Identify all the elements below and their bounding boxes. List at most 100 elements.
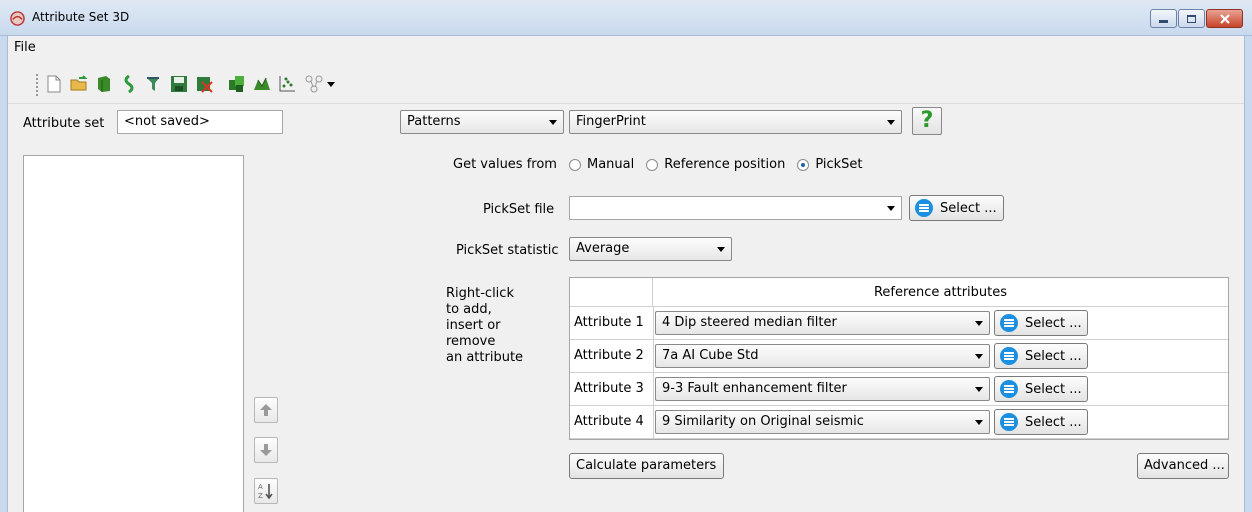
minimize-icon (1159, 20, 1168, 23)
table-row[interactable]: Attribute 4 9 Similarity on Original sei… (570, 406, 1228, 439)
get-values-label: Get values from (453, 157, 557, 172)
toolbar-grip[interactable] (36, 74, 39, 96)
move-down-button[interactable] (254, 437, 278, 463)
row-label: Attribute 3 (574, 381, 644, 396)
link-attributes-icon[interactable] (252, 74, 272, 94)
maximize-button[interactable] (1178, 9, 1205, 28)
chevron-down-icon (717, 247, 725, 252)
hint-line: Right-click (446, 286, 514, 301)
pickset-file-combo[interactable] (569, 196, 902, 220)
row-label: Attribute 1 (574, 315, 644, 330)
attribute-select-label: Select ... (1025, 348, 1082, 364)
open-folder-icon[interactable] (69, 74, 89, 94)
svg-text:A: A (258, 483, 263, 491)
graph-icon[interactable] (304, 74, 324, 94)
move-up-icon (260, 404, 272, 416)
minimize-button[interactable] (1150, 9, 1177, 28)
radio-pickset[interactable] (797, 158, 810, 171)
hint-line: insert or (446, 318, 501, 333)
advanced-button[interactable]: Advanced ... (1137, 453, 1229, 479)
close-icon (1219, 13, 1230, 24)
attribute-combo-value: 9 Similarity on Original seismic (662, 414, 864, 429)
attribute-type-combo-value: FingerPrint (576, 114, 646, 129)
database-icon (1000, 380, 1018, 398)
sort-button[interactable]: A Z (254, 478, 278, 504)
attribute-set-name-field[interactable]: <not saved> (117, 110, 283, 134)
database-icon (1000, 347, 1018, 365)
attribute-select-button[interactable]: Select ... (994, 343, 1088, 369)
svg-text:Z: Z (258, 492, 263, 500)
clear-icon[interactable] (194, 74, 214, 94)
save-icon[interactable] (169, 74, 189, 94)
chevron-down-icon (975, 420, 983, 425)
hint-line: an attribute (446, 350, 524, 365)
radio-manual-label[interactable]: Manual (587, 157, 634, 172)
table-row[interactable]: Attribute 3 9-3 Fault enhancement filter… (570, 373, 1228, 406)
chevron-down-icon[interactable] (327, 82, 335, 88)
hint-line: to add, (446, 302, 492, 317)
save-as-icon[interactable] (144, 74, 164, 94)
attribute-select-label: Select ... (1025, 381, 1082, 397)
window-title: Attribute Set 3D (32, 10, 130, 24)
get-values-radio-group: Manual Reference position PickSet (569, 157, 863, 172)
reload-icon[interactable] (119, 74, 139, 94)
move-up-button[interactable] (254, 397, 278, 423)
maximize-icon (1187, 14, 1196, 23)
move-down-icon (260, 444, 272, 456)
close-button[interactable] (1206, 9, 1243, 28)
attribute-combo[interactable]: 4 Dip steered median filter (655, 311, 990, 335)
row-separator (653, 340, 654, 373)
import-icon[interactable] (94, 74, 114, 94)
attribute-list[interactable] (23, 155, 244, 512)
row-separator (653, 373, 654, 406)
chevron-down-icon (975, 354, 983, 359)
attribute-combo[interactable]: 9-3 Fault enhancement filter (655, 377, 990, 401)
attribute-select-button[interactable]: Select ... (994, 409, 1088, 435)
help-button[interactable]: ? (912, 107, 942, 135)
menu-bar: File (8, 36, 1244, 60)
category-combo[interactable]: Patterns (400, 110, 564, 134)
new-file-icon[interactable] (44, 74, 64, 94)
window-frame-left (0, 36, 8, 512)
table-header-title: Reference attributes (873, 285, 1008, 300)
title-bar: Attribute Set 3D (0, 0, 1252, 36)
help-icon: ? (920, 108, 934, 133)
attribute-combo[interactable]: 9 Similarity on Original seismic (655, 410, 990, 434)
app-logo-icon (10, 11, 25, 26)
calculate-parameters-button[interactable]: Calculate parameters (569, 453, 724, 479)
pickset-statistic-value: Average (576, 241, 630, 256)
table-row[interactable]: Attribute 2 7a AI Cube Std Select ... (570, 340, 1228, 373)
crossplot-icon[interactable] (277, 74, 297, 94)
radio-reference-position[interactable] (646, 158, 659, 171)
radio-manual[interactable] (569, 158, 581, 171)
attribute-combo[interactable]: 7a AI Cube Std (655, 344, 990, 368)
window-frame-right (1244, 36, 1252, 512)
attribute-select-label: Select ... (1025, 414, 1082, 430)
table-header: Reference attributes (570, 278, 1228, 307)
sort-az-icon: A Z (258, 483, 273, 500)
table-row[interactable]: Attribute 1 4 Dip steered median filter … (570, 307, 1228, 340)
row-separator (653, 406, 654, 439)
chevron-down-icon (887, 120, 895, 125)
table-corner (570, 278, 653, 307)
row-label: Attribute 2 (574, 348, 644, 363)
row-separator (653, 307, 654, 340)
attribute-type-combo[interactable]: FingerPrint (569, 110, 902, 134)
hint-line: remove (446, 334, 496, 349)
chevron-down-icon (975, 387, 983, 392)
toolbar (8, 60, 1244, 104)
radio-pickset-label[interactable]: PickSet (815, 157, 862, 172)
attribute-select-button[interactable]: Select ... (994, 310, 1088, 336)
chevron-down-icon (549, 120, 557, 125)
hint-text: Right-click to add, insert or remove an … (446, 286, 523, 366)
pickset-statistic-combo[interactable]: Average (569, 237, 732, 261)
default-set-icon[interactable] (227, 74, 247, 94)
menu-file[interactable]: File (12, 40, 38, 55)
radio-reference-position-label[interactable]: Reference position (664, 157, 785, 172)
category-combo-value: Patterns (407, 114, 461, 129)
attribute-select-button[interactable]: Select ... (994, 376, 1088, 402)
pickset-select-button[interactable]: Select ... (909, 195, 1004, 221)
database-icon (915, 199, 933, 217)
pickset-file-label: PickSet file (483, 202, 555, 217)
attribute-set-label: Attribute set (23, 116, 105, 131)
